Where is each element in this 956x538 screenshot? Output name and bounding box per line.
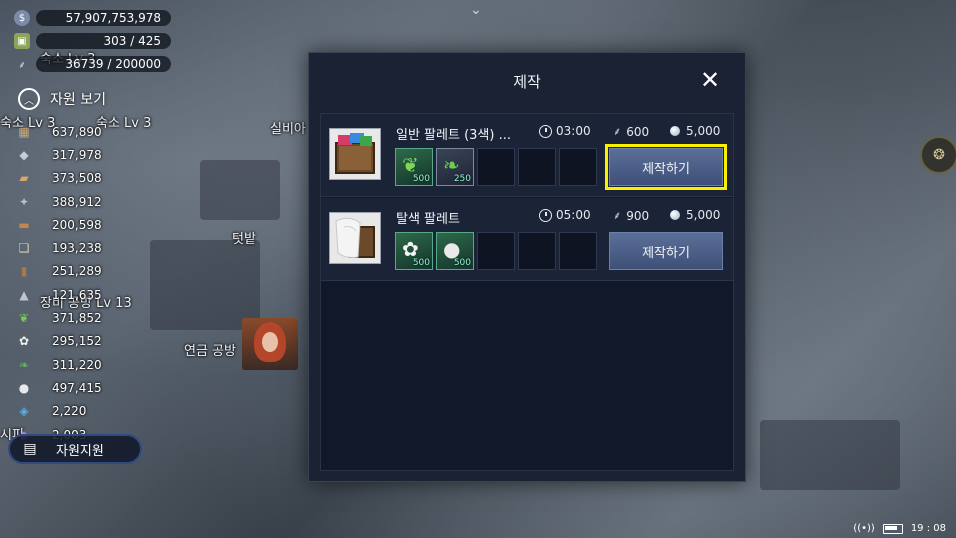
resource-item: ❏ 193,238 — [14, 236, 102, 259]
building-label[interactable]: 연금 공방 — [184, 340, 236, 359]
chevron-up-icon: ︿ — [18, 88, 40, 110]
empty-slot — [518, 232, 556, 270]
wifi-icon: ((•)) — [853, 523, 875, 534]
scroll-icon: ❏ — [18, 241, 30, 256]
craft-time: 05:00 — [539, 208, 591, 222]
background-building — [760, 420, 900, 490]
resource-item: ✦ 388,912 — [14, 190, 102, 213]
wheat-icon: ⸙ — [613, 209, 622, 222]
building-label[interactable]: 텃밭 — [232, 228, 256, 247]
resource-toggle-label: 자원 보기 — [50, 92, 106, 108]
resource-item: ▰ 373,508 — [14, 167, 101, 190]
ingot-icon: ▲ — [19, 287, 29, 302]
quest-marker-icon[interactable]: ❂ — [920, 136, 956, 174]
resource-item: ▬ 200,598 — [14, 213, 101, 236]
blue-crystal-icon: ◈ — [19, 404, 29, 419]
resource-item: ◆ 317,978 — [14, 143, 101, 166]
resource-item: ● 497,415 — [14, 376, 102, 399]
character-portrait[interactable] — [242, 318, 298, 370]
population-value: 303 / 425 — [36, 33, 171, 49]
empty-slot — [518, 148, 556, 186]
material-slots: ❦ 500 ❧ 250 — [395, 148, 597, 186]
resource-support-button[interactable]: ▤ 자원지원 — [8, 434, 142, 464]
tricolor-palette-chest-icon — [329, 128, 381, 180]
material-slot[interactable]: ❦ 500 — [395, 148, 433, 186]
close-icon[interactable]: ✕ — [697, 66, 723, 94]
empty-slot — [559, 148, 597, 186]
wheat-resource: ⸙ 36739 / 200000 — [14, 54, 171, 74]
resource-item: ▮ 251,289 — [14, 260, 102, 283]
battery-icon — [882, 523, 903, 534]
resource-item: ❦ 371,852 — [14, 306, 102, 329]
wheat-icon: ⸙ — [18, 60, 26, 71]
recipe-list: 일반 팔레트 (3색) ... 03:00 ⸙ 600 5,000 ❦ 500 ❧ 2… — [320, 113, 734, 471]
wood-log-icon: ▦ — [18, 124, 30, 139]
material-slot[interactable]: ● 500 — [436, 232, 474, 270]
clock-icon — [539, 124, 552, 138]
population-resource: ▣ 303 / 425 — [14, 31, 171, 51]
silver-value: 57,907,753,978 — [36, 10, 171, 26]
silver-coin-icon — [670, 126, 680, 136]
resource-list: ▦ 637,890 ◆ 317,978 ▰ 373,508 ✦ 388,912 ▬ 200… — [14, 120, 102, 446]
leather-icon: ▮ — [20, 264, 28, 279]
empty-slot — [477, 232, 515, 270]
stone-icon: ◆ — [19, 147, 29, 162]
material-slot[interactable]: ❧ 250 — [436, 148, 474, 186]
material-slots: ✿ 500 ● 500 — [395, 232, 597, 270]
plank-icon: ▰ — [19, 171, 29, 186]
resource-item: ✿ 295,152 — [14, 330, 102, 353]
recipe-name: 탈색 팔레트 — [396, 212, 460, 227]
wheat-icon: ⸙ — [613, 125, 622, 138]
background-building — [200, 160, 280, 220]
craft-button[interactable]: 제작하기 — [605, 144, 727, 190]
resource-item: ◈ 2,220 — [14, 400, 102, 423]
population-icon: ▣ — [14, 33, 30, 49]
wool-icon: ● — [18, 380, 30, 395]
empty-slot — [559, 232, 597, 270]
wheat-cost: ⸙ 600 — [613, 124, 650, 139]
bleach-palette-chest-icon — [329, 212, 381, 264]
craft-time: 03:00 — [539, 124, 591, 138]
chevron-down-icon[interactable]: ⌄ — [470, 2, 482, 18]
modal-title: 제작 — [513, 73, 541, 91]
resource-item: ❧ 311,220 — [14, 353, 102, 376]
timber-icon: ▬ — [18, 217, 30, 232]
iron-ore-icon: ✦ — [18, 194, 30, 209]
silver-cost: 5,000 — [670, 208, 720, 222]
resource-item: ▲ 121,635 — [14, 283, 101, 306]
silver-coin-icon: $ — [14, 10, 30, 26]
status-bar: ((•)) 19 : 08 — [853, 523, 946, 534]
clock-icon — [539, 208, 552, 222]
wheat-value: 36739 / 200000 — [36, 56, 171, 72]
resource-view-toggle[interactable]: ︿ 자원 보기 — [18, 88, 106, 110]
recipe-row: 일반 팔레트 (3색) ... 03:00 ⸙ 600 5,000 ❦ 500 ❧ 2… — [321, 114, 733, 197]
background-building — [150, 240, 260, 330]
building-label[interactable]: 숙소 Lv 3 — [96, 112, 151, 131]
silver-resource: $ 57,907,753,978 — [14, 8, 171, 28]
wheat-cost: ⸙ 900 — [613, 208, 650, 223]
cotton-icon: ✿ — [18, 334, 30, 349]
recipe-row: 탈색 팔레트 05:00 ⸙ 900 5,000 ✿ 500 ● 500 제작하기 — [321, 198, 733, 281]
silver-coin-icon — [670, 210, 680, 220]
material-slot[interactable]: ✿ 500 — [395, 232, 433, 270]
recipe-name: 일반 팔레트 (3색) ... — [396, 128, 511, 143]
resource-item: ▦ 637,890 — [14, 120, 101, 143]
crafting-modal: 제작 ✕ 일반 팔레트 (3색) ... 03:00 ⸙ 600 5,000 ❦ 5… — [308, 52, 746, 482]
herb-leaf-icon: ❦ — [18, 311, 30, 326]
empty-slot — [477, 148, 515, 186]
chest-icon: ▤ — [23, 441, 37, 457]
craft-button[interactable]: 제작하기 — [609, 232, 723, 270]
clock-text: 19 : 08 — [910, 523, 946, 534]
npc-label[interactable]: 실비아 — [270, 118, 306, 137]
silver-cost: 5,000 — [670, 124, 720, 138]
green-plant-icon: ❧ — [18, 357, 30, 372]
